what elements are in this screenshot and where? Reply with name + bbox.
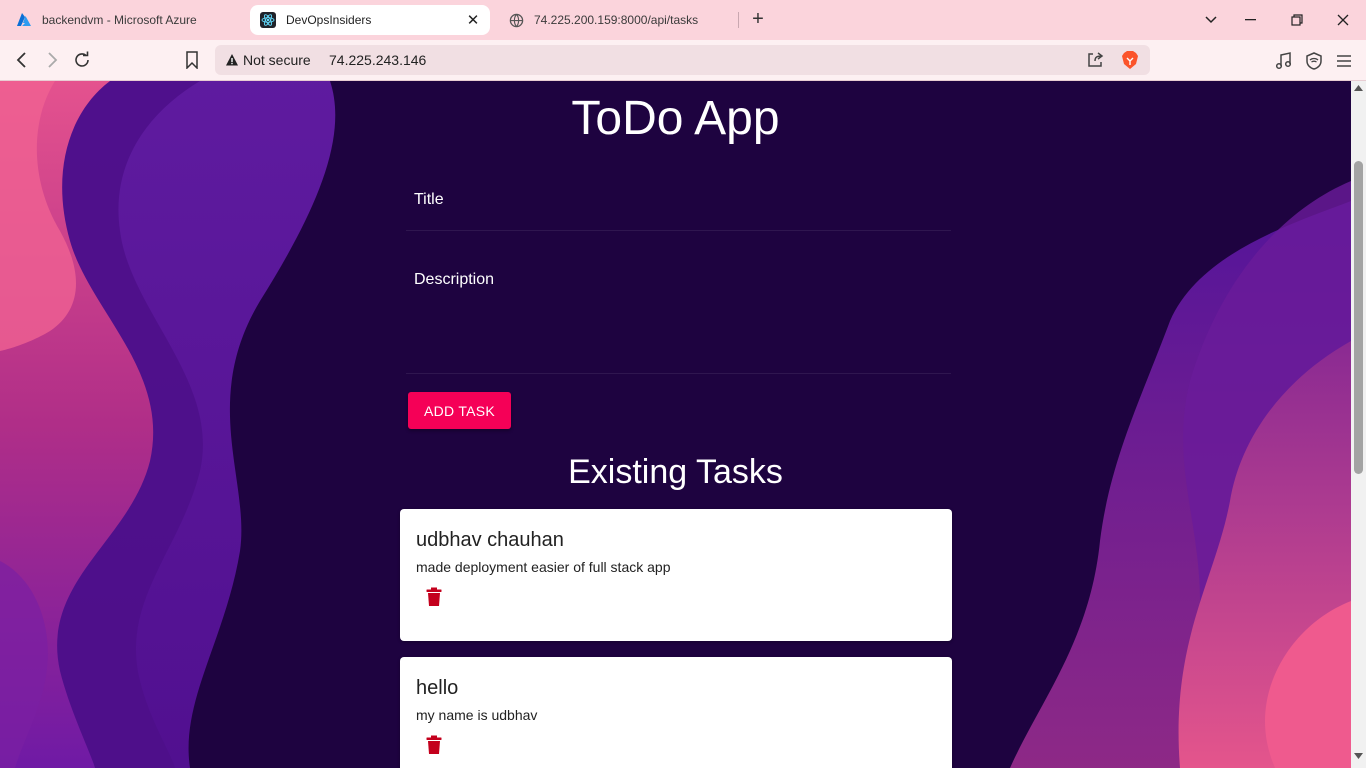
back-icon[interactable] <box>10 48 34 72</box>
existing-tasks-heading: Existing Tasks <box>568 453 783 491</box>
close-tab-icon[interactable]: ✕ <box>464 11 482 29</box>
scrollbar-thumb[interactable] <box>1354 161 1363 474</box>
title-field-label: Title <box>414 191 444 208</box>
minimize-icon[interactable] <box>1240 9 1262 31</box>
description-field-label: Description <box>414 271 495 288</box>
task-card: udbhav chauhan made deployment easier of… <box>400 509 952 641</box>
azure-icon <box>16 12 32 28</box>
close-window-icon[interactable] <box>1332 9 1354 31</box>
security-status[interactable]: Not secure <box>243 52 311 68</box>
tab-search-chevron-icon[interactable] <box>1200 9 1222 31</box>
brave-shields-icon[interactable] <box>1121 50 1139 70</box>
tab-label: DevOpsInsiders <box>286 13 372 27</box>
vpn-shield-icon[interactable] <box>1303 50 1325 72</box>
scroll-down-icon[interactable] <box>1354 753 1363 759</box>
new-tab-button[interactable]: + <box>748 9 768 30</box>
address-bar[interactable]: Not secure 74.225.243.146 <box>215 45 1150 75</box>
url-text[interactable]: 74.225.243.146 <box>329 52 426 68</box>
delete-task-icon[interactable] <box>426 587 446 607</box>
task-title: hello <box>416 677 459 699</box>
app-title: ToDo App <box>571 92 780 145</box>
warning-icon[interactable] <box>225 53 239 67</box>
tab-devopsinsiders[interactable]: DevOpsInsiders ✕ <box>250 5 490 35</box>
share-icon[interactable] <box>1086 51 1104 69</box>
description-input[interactable]: Description <box>406 253 951 374</box>
media-icon[interactable] <box>1273 50 1295 72</box>
task-description: my name is udbhav <box>416 707 538 723</box>
title-input[interactable]: Title <box>406 173 951 231</box>
task-card: hello my name is udbhav <box>400 657 952 768</box>
globe-icon <box>508 12 524 28</box>
bookmark-icon[interactable] <box>180 48 204 72</box>
menu-icon[interactable] <box>1333 50 1355 72</box>
page-viewport: ToDo App Title Description ADD TASK Exis… <box>0 81 1351 768</box>
task-title: udbhav chauhan <box>416 529 564 551</box>
task-description: made deployment easier of full stack app <box>416 559 671 575</box>
react-icon <box>260 12 276 28</box>
browser-toolbar: Not secure 74.225.243.146 <box>0 40 1366 81</box>
tab-azure[interactable]: backendvm - Microsoft Azure <box>12 5 244 35</box>
tab-divider <box>738 12 739 28</box>
add-task-button[interactable]: ADD TASK <box>408 392 511 429</box>
restore-icon[interactable] <box>1286 9 1308 31</box>
reload-icon[interactable] <box>70 48 94 72</box>
page-scrollbar[interactable] <box>1351 81 1366 768</box>
tab-strip: backendvm - Microsoft Azure DevOpsInside… <box>0 0 1366 40</box>
forward-icon[interactable] <box>40 48 64 72</box>
delete-task-icon[interactable] <box>426 735 446 755</box>
tab-label: 74.225.200.159:8000/api/tasks <box>534 13 699 27</box>
tab-label: backendvm - Microsoft Azure <box>42 13 197 27</box>
scroll-up-icon[interactable] <box>1354 85 1363 91</box>
tab-api-tasks[interactable]: 74.225.200.159:8000/api/tasks <box>500 5 738 35</box>
